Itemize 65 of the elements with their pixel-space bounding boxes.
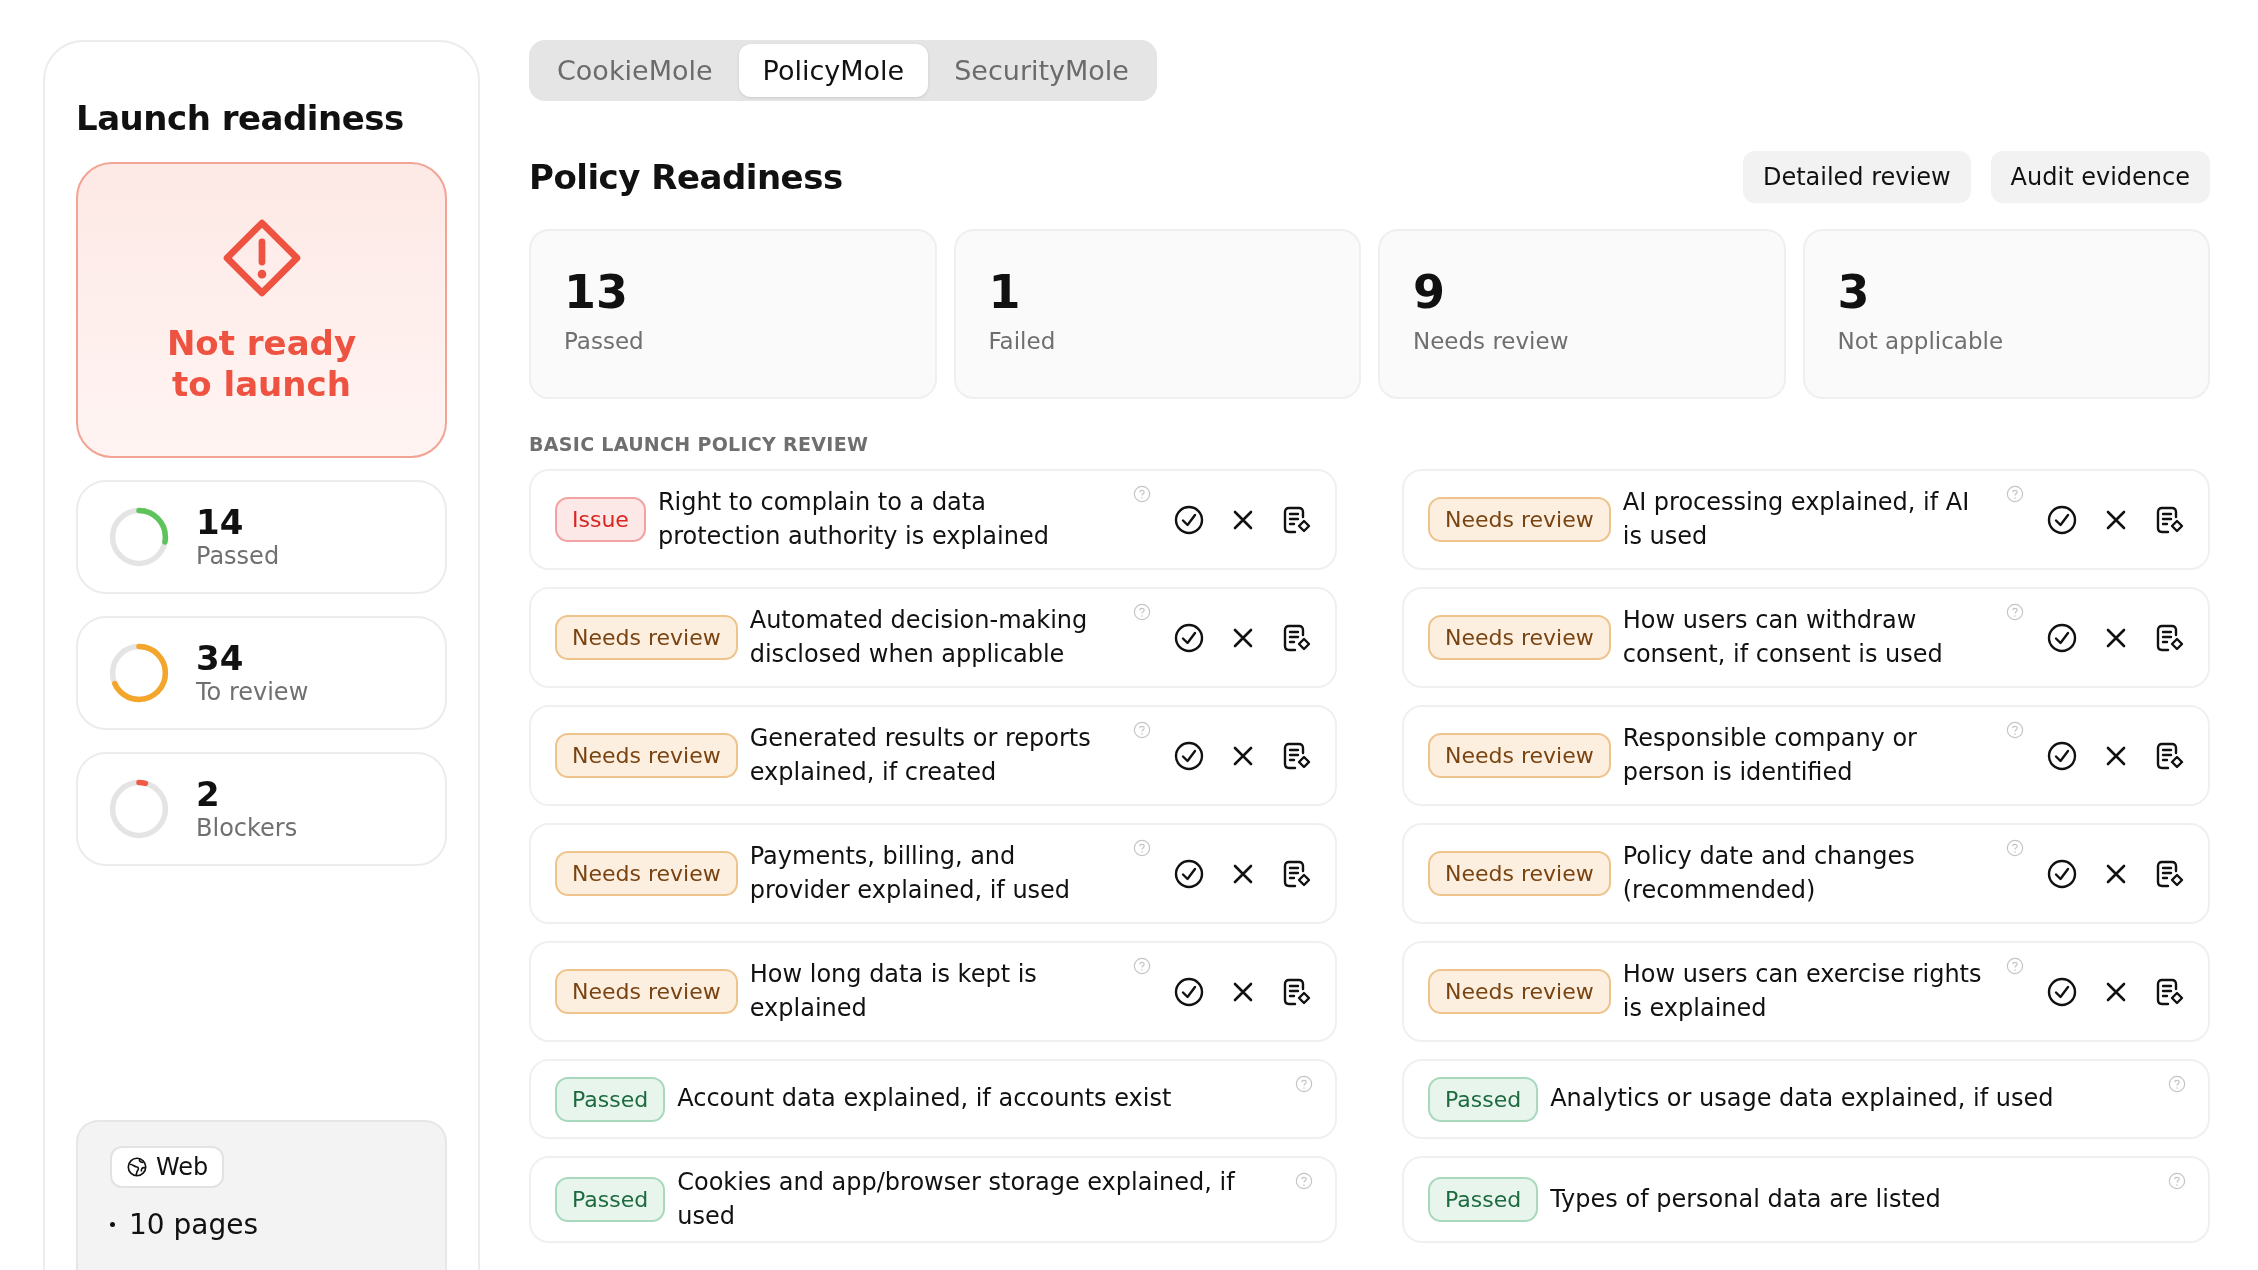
globe-icon xyxy=(126,1156,148,1178)
summary-label: Needs review xyxy=(1413,327,1570,354)
section-title: BASIC LAUNCH POLICY REVIEW xyxy=(529,433,870,455)
check-text: How users can withdraw consent, if consent is used xyxy=(1622,604,1944,670)
check-text: Responsible company or person is identified xyxy=(1622,722,1918,788)
action-button[interactable]: Audit evidence xyxy=(1990,151,2210,203)
approve-icon[interactable] xyxy=(1173,975,1205,1008)
approve-icon[interactable] xyxy=(2046,975,2078,1008)
status-badge: Needs review xyxy=(1428,851,1611,896)
approve-icon[interactable] xyxy=(2046,621,2078,654)
status-badge: Needs review xyxy=(555,733,738,778)
check-text: Generated results or reports explained, if created xyxy=(749,722,1092,788)
summary-label: Not applicable xyxy=(1837,327,2005,354)
approve-icon[interactable] xyxy=(1173,857,1205,890)
stat-value: 34 xyxy=(196,640,245,678)
status-badge: Passed xyxy=(1428,1076,1539,1122)
summary-value: 9 xyxy=(1413,267,1446,318)
page-heading: Policy Readiness xyxy=(529,157,843,197)
status-badge: Needs review xyxy=(555,969,738,1014)
platform-label: Web xyxy=(156,1153,209,1181)
summary-value: 13 xyxy=(564,267,629,318)
check-text: Types of personal data are listed xyxy=(1550,1183,1942,1215)
status-badge: Needs review xyxy=(1428,733,1611,778)
summary-label: Failed xyxy=(988,327,1057,354)
tab[interactable]: SecurityMole xyxy=(930,44,1153,97)
approve-icon[interactable] xyxy=(1173,739,1205,772)
status-badge: Needs review xyxy=(555,851,738,896)
check-text: Analytics or usage data explained, if used xyxy=(1550,1083,2055,1115)
status-badge: Passed xyxy=(555,1076,666,1122)
status-badge: Passed xyxy=(555,1177,666,1223)
status-badge: Needs review xyxy=(555,615,738,660)
summary-value: 3 xyxy=(1837,267,1871,318)
check-text: Policy date and changes (recommended) xyxy=(1622,840,1916,906)
check-text: Account data explained, if accounts exist xyxy=(677,1083,1173,1115)
tab[interactable]: CookieMole xyxy=(533,44,737,97)
status-badge: Issue xyxy=(555,497,646,542)
status-text: Not ready to launch xyxy=(165,322,358,406)
stat-value: 2 xyxy=(196,776,221,814)
page-count: 10 pages xyxy=(129,1208,259,1241)
check-text: AI processing explained, if AI is used xyxy=(1622,486,1971,552)
check-text: Cookies and app/browser storage explained, if used xyxy=(677,1167,1237,1232)
check-text: Automated decision-making disclosed when applicable xyxy=(749,604,1089,670)
bullet-icon xyxy=(110,1222,115,1227)
stat-label: Passed xyxy=(196,541,280,570)
status-badge: Needs review xyxy=(1428,497,1611,542)
status-badge: Needs review xyxy=(1428,615,1611,660)
summary-value: 1 xyxy=(988,267,1022,318)
approve-icon[interactable] xyxy=(2046,503,2078,536)
status-badge: Needs review xyxy=(1428,969,1611,1014)
panel-title: Launch readiness xyxy=(76,98,405,138)
check-text: Payments, billing, and provider explained, if used xyxy=(749,840,1072,906)
summary-label: Passed xyxy=(564,327,645,354)
stat-value: 14 xyxy=(196,504,245,542)
status-badge: Passed xyxy=(1428,1177,1539,1223)
stat-label: To review xyxy=(196,677,309,706)
check-text: Right to complain to a data protection authority is explained xyxy=(657,486,1050,552)
check-text: How users can exercise rights is explained xyxy=(1622,958,1983,1024)
approve-icon[interactable] xyxy=(2046,857,2078,890)
action-button[interactable]: Detailed review xyxy=(1742,151,1971,203)
approve-icon[interactable] xyxy=(2046,739,2078,772)
approve-icon[interactable] xyxy=(1173,503,1205,536)
stat-label: Blockers xyxy=(196,813,298,842)
approve-icon[interactable] xyxy=(1173,621,1205,654)
tab[interactable]: PolicyMole xyxy=(738,44,929,97)
check-text: How long data is kept is explained xyxy=(749,958,1038,1024)
